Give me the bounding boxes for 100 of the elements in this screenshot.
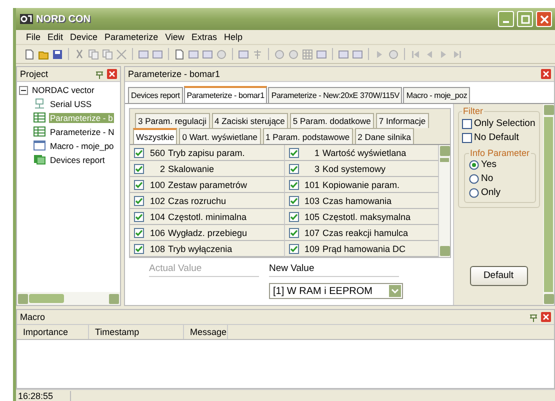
parameter-name: Skalowanie — [168, 164, 214, 174]
parameter-name: Wartość wyświetlana — [322, 148, 406, 158]
menu-item[interactable]: Edit — [48, 32, 64, 42]
checked-checkbox[interactable] — [288, 228, 298, 238]
vertical-scrollbar[interactable] — [439, 145, 450, 257]
radio-button[interactable] — [469, 174, 479, 184]
menu-item[interactable]: View — [165, 32, 184, 42]
collapse-icon[interactable] — [19, 86, 28, 94]
parameter-number: 3 — [313, 164, 320, 174]
parameter-group-tab[interactable]: 2 Dane silnika — [354, 128, 414, 144]
checked-checkbox[interactable] — [288, 212, 298, 222]
horizontal-scrollbar[interactable] — [17, 292, 120, 305]
tree-item[interactable]: Serial USS — [49, 98, 93, 108]
menu-item[interactable]: Help — [224, 32, 242, 42]
parameter-name: Czas hamowania — [322, 196, 392, 206]
report-icon — [33, 154, 46, 165]
column-header[interactable]: Message — [184, 325, 228, 339]
menu-item[interactable]: Device — [70, 32, 98, 42]
close-icon[interactable] — [541, 312, 551, 322]
checked-checkbox[interactable] — [134, 164, 144, 174]
checked-checkbox[interactable] — [288, 180, 298, 190]
selected-radio-button[interactable] — [469, 160, 479, 170]
document-title: Parameterize - bomar1 — [128, 69, 220, 79]
parameter-name: Wygładz. przebiegu — [168, 228, 247, 238]
parameter-name: Kod systemowy — [322, 164, 386, 174]
checked-checkbox[interactable] — [134, 244, 144, 254]
network-icon — [33, 98, 46, 109]
checked-checkbox[interactable] — [288, 148, 298, 158]
document-tab[interactable]: Devices report — [128, 87, 183, 103]
menu-item[interactable]: File — [26, 32, 41, 42]
minimize-button[interactable] — [498, 11, 514, 27]
tree-item[interactable]: Parameterize - N — [49, 126, 116, 136]
option-label: No Default — [474, 132, 519, 143]
parameter-group-tab[interactable]: 1 Param. podstawowe — [262, 128, 353, 144]
parameter-number: 102 — [148, 196, 165, 206]
close-icon — [540, 14, 548, 24]
preview-icon[interactable] — [174, 48, 185, 60]
checked-checkbox[interactable] — [288, 164, 298, 174]
new-document-icon[interactable] — [24, 48, 35, 60]
checkbox[interactable] — [462, 132, 472, 142]
tree-item[interactable]: NORDAC vector — [31, 85, 96, 95]
parameter-number: 560 — [148, 148, 165, 158]
tree-item[interactable]: Devices report — [49, 154, 106, 164]
document-tab[interactable]: Macro - moje_poz — [403, 87, 470, 103]
default-button[interactable]: Default — [470, 266, 528, 286]
parameter-number: 109 — [303, 244, 320, 254]
tree-item[interactable]: Macro - moje_po — [49, 140, 115, 150]
parameter-name: Czas reakcji hamulca — [322, 228, 408, 238]
radio-button[interactable] — [469, 188, 479, 198]
parameter-number: 106 — [148, 228, 165, 238]
column-header[interactable]: Timestamp — [89, 325, 184, 339]
app-logo-icon — [20, 14, 33, 24]
document-tab[interactable]: Parameterize - New:20xE 370W/115V — [268, 87, 402, 103]
checked-checkbox[interactable] — [288, 244, 298, 254]
pin-icon[interactable] — [529, 312, 538, 322]
parameter-group-tab[interactable]: 5 Param. dodatkowe — [290, 113, 374, 128]
parameter-group-tab[interactable]: 7 Informacje — [376, 113, 429, 128]
checked-checkbox[interactable] — [134, 148, 144, 158]
checked-checkbox[interactable] — [134, 180, 144, 190]
option-label: No — [481, 173, 494, 184]
parameter-group-tab[interactable]: 3 Param. regulacji — [135, 113, 210, 128]
maximize-button[interactable] — [517, 11, 533, 27]
group-title: Info Parameter — [469, 148, 531, 158]
close-icon[interactable] — [107, 69, 117, 79]
checked-checkbox[interactable] — [134, 228, 144, 238]
document-tab[interactable]: Parameterize - bomar1 — [184, 86, 268, 103]
close-icon[interactable] — [541, 69, 551, 79]
window-icon — [33, 140, 46, 151]
pin-icon[interactable] — [95, 70, 104, 78]
menu-item[interactable]: Extras — [191, 32, 217, 42]
checked-checkbox[interactable] — [288, 196, 298, 206]
column-header[interactable]: Importance — [17, 325, 89, 339]
vertical-scrollbar[interactable] — [543, 104, 554, 305]
parameter-number: 105 — [303, 212, 320, 222]
parameter-group-tab[interactable]: Wszystkie — [133, 128, 178, 144]
checked-checkbox[interactable] — [134, 196, 144, 206]
option-label: Only Selection — [474, 118, 536, 129]
window-icon[interactable] — [316, 48, 327, 60]
parameter-number: 108 — [148, 244, 165, 254]
minimize-icon — [503, 20, 509, 22]
checkbox[interactable] — [462, 118, 472, 128]
parameter-group-tab[interactable]: 4 Zaciski sterujące — [212, 113, 288, 128]
parameter-group-tab[interactable]: 0 Wart. wyświetlane — [179, 128, 261, 144]
checked-checkbox[interactable] — [134, 212, 144, 222]
table-icon — [33, 112, 46, 123]
option-label: Yes — [481, 159, 496, 170]
open-folder-icon[interactable] — [38, 48, 49, 60]
actual-value-label: Actual Value — [149, 263, 259, 277]
parameter-name: Kopiowanie param. — [322, 180, 400, 190]
panel-title: Macro — [20, 312, 46, 322]
cut-icon[interactable] — [74, 48, 85, 60]
menu-item[interactable]: Parameterize — [104, 32, 158, 42]
parameter-name: Prąd hamowania DC — [322, 244, 406, 254]
save-icon[interactable] — [52, 48, 63, 60]
status-time: 16:28:55 — [16, 390, 71, 400]
window-title: NORD CON — [36, 14, 90, 24]
group-title: Filter — [462, 106, 484, 116]
parameter-name: Czas rozruchu — [168, 196, 226, 206]
new-value-dropdown[interactable]: [1] W RAM i EEPROM — [269, 283, 403, 299]
close-button[interactable] — [536, 11, 552, 27]
